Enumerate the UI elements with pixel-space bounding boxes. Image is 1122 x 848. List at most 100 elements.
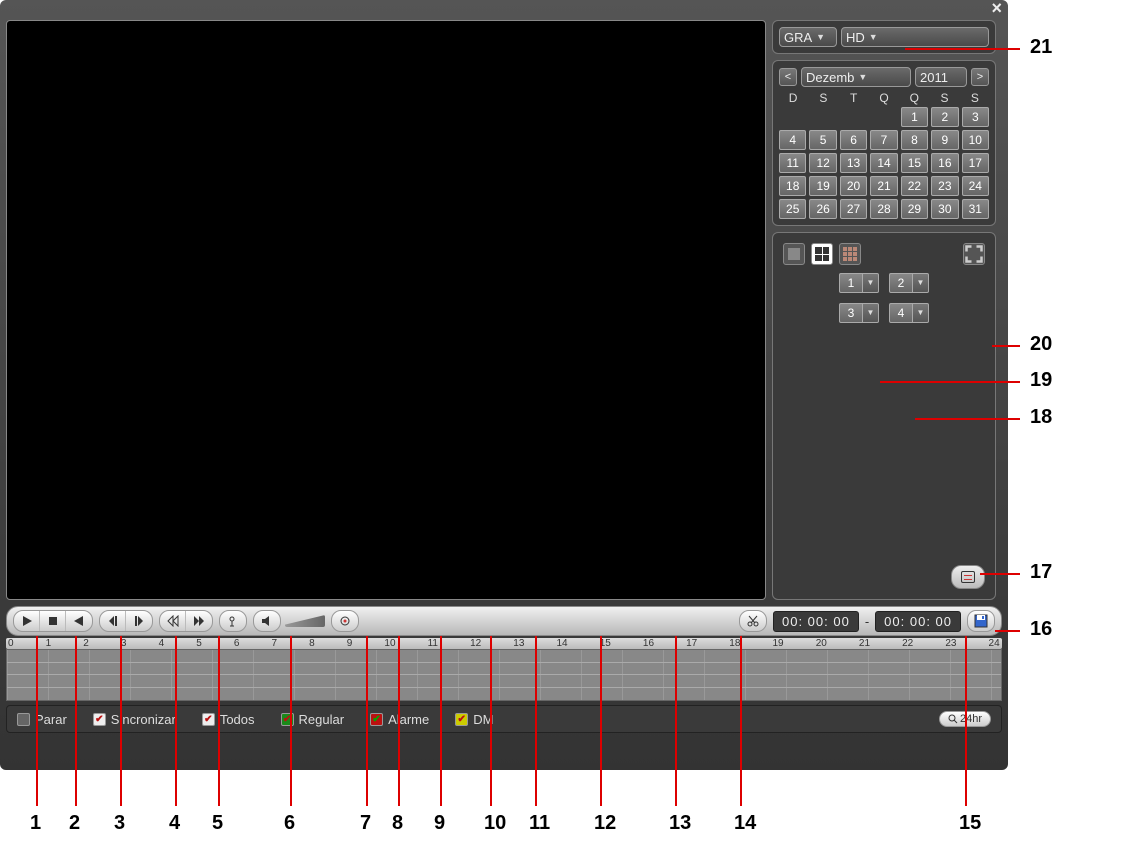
file-list-button[interactable]: [951, 565, 985, 589]
dow-label: S: [961, 91, 989, 105]
volume-slider[interactable]: [285, 615, 325, 627]
callout-9: 9: [434, 812, 445, 835]
dow-label: T: [840, 91, 868, 105]
calendar-day[interactable]: 26: [809, 199, 836, 219]
video-area[interactable]: [6, 20, 766, 600]
callout-15: 15: [959, 812, 981, 835]
calendar-day[interactable]: 17: [962, 153, 989, 173]
channel-select[interactable]: 2▼: [889, 273, 929, 293]
record-type-select[interactable]: GRA▼: [779, 27, 837, 47]
close-icon[interactable]: ×: [991, 0, 1002, 19]
callout-6: 6: [284, 812, 295, 835]
callout-8: 8: [392, 812, 403, 835]
calendar-day[interactable]: 5: [809, 130, 836, 150]
cal-next-button[interactable]: >: [971, 68, 989, 86]
calendar-day[interactable]: 18: [779, 176, 806, 196]
calendar-day[interactable]: 25: [779, 199, 806, 219]
slow-button[interactable]: [160, 611, 186, 631]
calendar-day[interactable]: 10: [962, 130, 989, 150]
layout-many-button[interactable]: [839, 243, 861, 265]
main-row: GRA▼ HD▼ < Dezemb▼ 2011 > DSTQQSS 123456…: [0, 14, 1008, 600]
callout-2: 2: [69, 812, 80, 835]
calendar-day[interactable]: 20: [840, 176, 867, 196]
dm-checkbox[interactable]: ✔DM: [455, 712, 493, 727]
calendar-day[interactable]: 4: [779, 130, 806, 150]
calendar-day[interactable]: 28: [870, 199, 897, 219]
calendar-day[interactable]: 12: [809, 153, 836, 173]
frame-back-button[interactable]: [100, 611, 126, 631]
calendar-day[interactable]: 8: [901, 130, 928, 150]
playback-app: × GRA▼ HD▼ < Dezemb▼ 2011 > DSTQQSS 1234…: [0, 0, 1008, 770]
calendar-day[interactable]: 24: [962, 176, 989, 196]
channel-select[interactable]: 4▼: [889, 303, 929, 323]
storage-select[interactable]: HD▼: [841, 27, 989, 47]
calendar-day[interactable]: 13: [840, 153, 867, 173]
calendar-day[interactable]: 9: [931, 130, 958, 150]
dow-label: Q: [870, 91, 898, 105]
fast-button[interactable]: [186, 611, 212, 631]
all-checkbox[interactable]: ✔Todos: [202, 712, 255, 727]
cal-prev-button[interactable]: <: [779, 68, 797, 86]
calendar-day[interactable]: 11: [779, 153, 806, 173]
calendar-days: 1234567891011121314151617181920212223242…: [779, 107, 989, 219]
calendar-day[interactable]: 16: [931, 153, 958, 173]
calendar-day[interactable]: 19: [809, 176, 836, 196]
calendar-day[interactable]: 23: [931, 176, 958, 196]
calendar-day[interactable]: 7: [870, 130, 897, 150]
callout-19: 19: [1030, 369, 1052, 392]
timeline-ticks: 0123456789101112131415161718192021222324: [6, 638, 1002, 649]
frame-fwd-button[interactable]: [126, 611, 152, 631]
dow-label: S: [809, 91, 837, 105]
callout-3: 3: [114, 812, 125, 835]
calendar-day[interactable]: 1: [901, 107, 928, 127]
callout-4: 4: [169, 812, 180, 835]
smart-search-button[interactable]: [220, 611, 246, 631]
mute-button[interactable]: [254, 611, 280, 631]
titlebar: ×: [0, 0, 1008, 14]
clip-end-time[interactable]: 00: 00: 00: [875, 611, 961, 632]
calendar-day[interactable]: 31: [962, 199, 989, 219]
month-select[interactable]: Dezemb▼: [801, 67, 911, 87]
reverse-button[interactable]: [66, 611, 92, 631]
dow-label: S: [930, 91, 958, 105]
time-separator: -: [865, 614, 869, 629]
clip-button[interactable]: [740, 611, 766, 631]
calendar-day[interactable]: 15: [901, 153, 928, 173]
calendar-day[interactable]: 22: [901, 176, 928, 196]
layout-single-button[interactable]: [783, 243, 805, 265]
callout-18: 18: [1030, 406, 1052, 429]
calendar-day[interactable]: 6: [840, 130, 867, 150]
snapshot-button[interactable]: [332, 611, 358, 631]
side-panel: GRA▼ HD▼ < Dezemb▼ 2011 > DSTQQSS 123456…: [772, 20, 996, 600]
calendar-weekdays: DSTQQSS: [779, 91, 989, 105]
list-icon: [961, 571, 975, 583]
callout-16: 16: [1030, 618, 1052, 641]
callout-21: 21: [1030, 36, 1052, 59]
callout-5: 5: [212, 812, 223, 835]
sync-checkbox[interactable]: ✔Sincronizar: [93, 712, 176, 727]
clip-start-time[interactable]: 00: 00: 00: [773, 611, 859, 632]
calendar-day[interactable]: 29: [901, 199, 928, 219]
stop-indicator: Parar: [17, 712, 67, 727]
callout-13: 13: [669, 812, 691, 835]
channel-select[interactable]: 1▼: [839, 273, 879, 293]
stop-button[interactable]: [40, 611, 66, 631]
dow-label: Q: [900, 91, 928, 105]
callout-12: 12: [594, 812, 616, 835]
timeline-grid[interactable]: [6, 649, 1002, 701]
calendar-day[interactable]: 27: [840, 199, 867, 219]
fullscreen-button[interactable]: [963, 243, 985, 265]
channel-select[interactable]: 3▼: [839, 303, 879, 323]
calendar-day[interactable]: 21: [870, 176, 897, 196]
channel-selects: 1▼ 2▼ 3▼ 4▼: [779, 273, 989, 323]
calendar-day[interactable]: 14: [870, 153, 897, 173]
calendar-day[interactable]: 2: [931, 107, 958, 127]
timeline: 0123456789101112131415161718192021222324: [6, 638, 1002, 701]
save-clip-button[interactable]: [967, 610, 995, 632]
year-select[interactable]: 2011: [915, 67, 967, 87]
play-button[interactable]: [14, 611, 40, 631]
layout-quad-button[interactable]: [811, 243, 833, 265]
calendar-day[interactable]: 3: [962, 107, 989, 127]
dow-label: D: [779, 91, 807, 105]
calendar-day[interactable]: 30: [931, 199, 958, 219]
